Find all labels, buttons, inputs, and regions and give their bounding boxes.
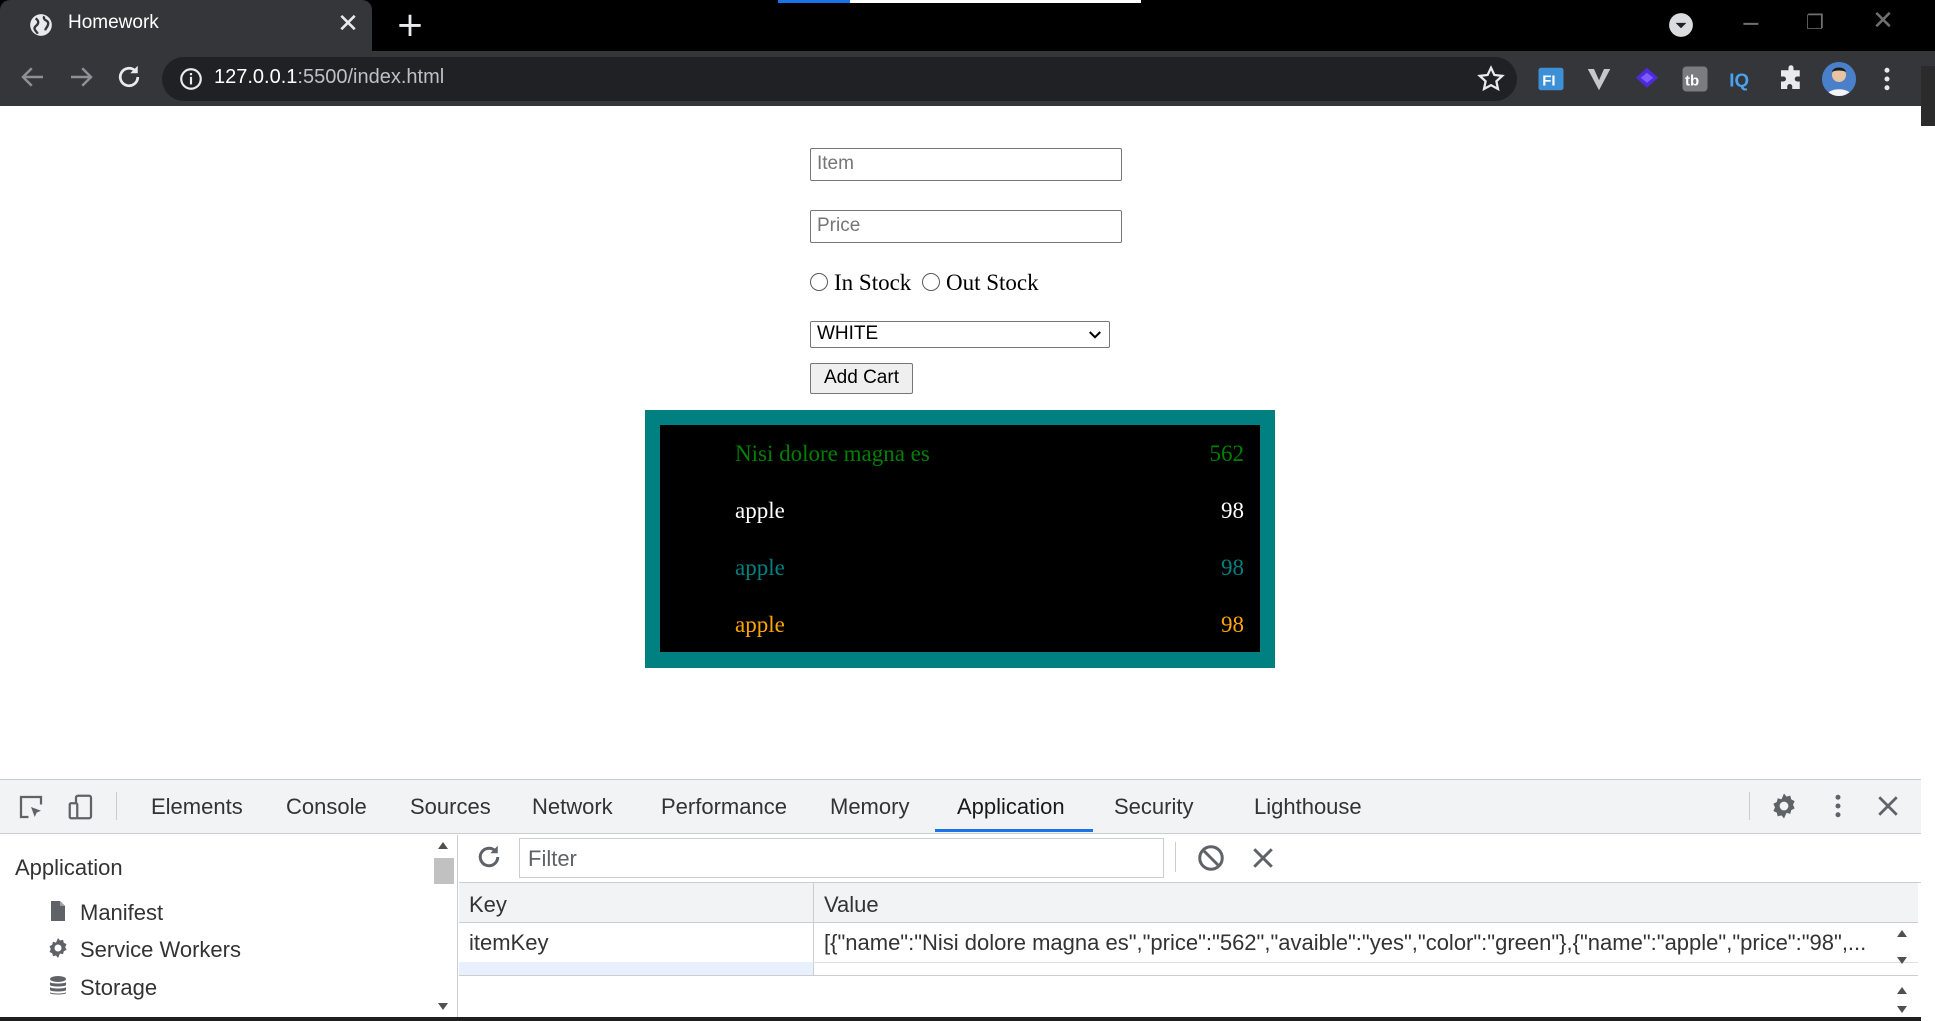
- scroll-down-arrow-icon[interactable]: [437, 1002, 449, 1012]
- scroll-up-arrow-icon[interactable]: [437, 840, 449, 850]
- cart-item-name: apple: [735, 555, 785, 580]
- column-header-value[interactable]: Value: [824, 892, 879, 918]
- window-bottom-edge: [0, 1017, 1921, 1021]
- table-cell-value[interactable]: [{"name":"Nisi dolore magna es","price":…: [824, 930, 1884, 956]
- cart-item-name: apple: [735, 612, 785, 637]
- add-cart-button[interactable]: Add Cart: [810, 363, 913, 394]
- window-minimize-icon[interactable]: ─: [1736, 10, 1766, 40]
- scroll-down-arrow-icon[interactable]: [1896, 1005, 1908, 1015]
- gear-icon: [49, 938, 67, 958]
- cart-item: apple 98: [660, 602, 1260, 648]
- tab-title: Homework: [68, 12, 159, 33]
- sidebar-scrollbar-thumb[interactable]: [434, 858, 454, 884]
- tab-network[interactable]: Network: [532, 794, 613, 820]
- tab-console[interactable]: Console: [286, 794, 367, 820]
- avatar-image: [1822, 62, 1856, 96]
- fi-extension-icon[interactable]: FI: [1536, 64, 1566, 94]
- url-path: :5500/index.html: [297, 66, 445, 88]
- toolbar-divider: [1749, 792, 1750, 820]
- more-options-icon[interactable]: [1823, 791, 1853, 821]
- cart-item-price: 98: [1221, 555, 1244, 580]
- globe-icon: [30, 14, 52, 36]
- inspect-element-icon[interactable]: [16, 792, 46, 822]
- chevron-down-icon: [1089, 331, 1101, 339]
- cart-item: apple 98: [660, 545, 1260, 591]
- tab-lighthouse[interactable]: Lighthouse: [1254, 794, 1362, 820]
- toolbar-divider: [1175, 842, 1176, 872]
- svg-text:FI: FI: [1542, 72, 1555, 89]
- window-restore-icon[interactable]: ❐: [1800, 10, 1830, 40]
- in-stock-label: In Stock: [834, 270, 912, 295]
- svg-text:tb: tb: [1685, 72, 1699, 89]
- table-header-row: [459, 883, 1918, 923]
- site-info-icon[interactable]: [178, 66, 204, 92]
- profile-avatar[interactable]: [1822, 62, 1856, 96]
- settings-gear-icon[interactable]: [1769, 791, 1799, 821]
- price-input[interactable]: Price: [810, 210, 1122, 243]
- tab-security[interactable]: Security: [1114, 794, 1193, 820]
- device-toolbar-icon[interactable]: [66, 792, 96, 822]
- tab-sources[interactable]: Sources: [410, 794, 491, 820]
- database-icon: [50, 976, 66, 995]
- page-scrollbar[interactable]: [1921, 66, 1935, 126]
- out-stock-label: Out Stock: [946, 270, 1039, 295]
- forward-arrow-icon[interactable]: [66, 62, 96, 92]
- cart-item-price: 98: [1221, 612, 1244, 637]
- svg-text:IQ: IQ: [1729, 70, 1749, 91]
- in-stock-radio[interactable]: [810, 273, 828, 291]
- extensions-puzzle-icon[interactable]: [1776, 64, 1806, 94]
- tab-search-icon[interactable]: [1668, 12, 1694, 38]
- scroll-up-arrow-icon[interactable]: [1896, 928, 1908, 938]
- refresh-icon[interactable]: [474, 842, 504, 872]
- cart-item-price: 562: [1209, 441, 1245, 466]
- document-icon: [51, 901, 65, 921]
- window-close-icon[interactable]: ✕: [1868, 6, 1898, 36]
- iq-extension-icon[interactable]: IQ: [1728, 64, 1758, 94]
- sidebar-item-service-workers[interactable]: Service Workers: [80, 937, 241, 963]
- empty-row[interactable]: [459, 962, 813, 975]
- active-tab-indicator: [935, 829, 1093, 832]
- tb-extension-icon[interactable]: tb: [1680, 64, 1710, 94]
- close-tab-icon[interactable]: ✕: [332, 8, 364, 40]
- toolbar-divider: [116, 792, 117, 820]
- delete-selected-icon[interactable]: [1248, 843, 1278, 873]
- back-arrow-icon[interactable]: [18, 62, 48, 92]
- table-bottom-border: [459, 975, 1918, 976]
- reload-icon[interactable]: [114, 62, 144, 92]
- cart-item: apple 98: [660, 488, 1260, 534]
- sidebar-heading: Application: [15, 855, 123, 880]
- table-cell-key[interactable]: itemKey: [469, 930, 804, 956]
- close-devtools-icon[interactable]: [1873, 791, 1903, 821]
- v-extension-icon[interactable]: [1584, 64, 1614, 94]
- sidebar-item-storage[interactable]: Storage: [80, 975, 157, 1001]
- url-text: 127.0.0.1:5500/index.html: [214, 66, 444, 89]
- column-header-key[interactable]: Key: [469, 892, 507, 918]
- tab-performance[interactable]: Performance: [661, 794, 787, 820]
- loading-indicator-fill: [778, 0, 850, 3]
- item-input[interactable]: Item: [810, 148, 1122, 181]
- scroll-down-arrow-icon[interactable]: [1896, 956, 1908, 966]
- tab-elements[interactable]: Elements: [151, 794, 243, 820]
- color-select[interactable]: WHITE: [810, 321, 1110, 348]
- tab-memory[interactable]: Memory: [830, 794, 909, 820]
- browser-tab[interactable]: [0, 0, 372, 51]
- browser-menu-icon[interactable]: [1872, 64, 1902, 94]
- clear-all-icon[interactable]: [1196, 843, 1226, 873]
- scroll-up-arrow-icon[interactable]: [1896, 985, 1908, 995]
- new-tab-icon[interactable]: +: [392, 7, 428, 43]
- cart-item-price: 98: [1221, 498, 1244, 523]
- stack-extension-icon[interactable]: [1632, 64, 1662, 94]
- cart-item: Nisi dolore magna es 562: [660, 431, 1260, 477]
- out-stock-radio[interactable]: [922, 273, 940, 291]
- cart-item-name: Nisi dolore magna es: [735, 441, 930, 466]
- filter-input[interactable]: Filter: [519, 838, 1164, 878]
- tab-application[interactable]: Application: [957, 794, 1065, 820]
- sidebar-item-manifest[interactable]: Manifest: [80, 900, 163, 926]
- bookmark-star-icon[interactable]: [1476, 64, 1506, 94]
- cart-item-name: apple: [735, 498, 785, 523]
- url-host: 127.0.0.1: [214, 66, 298, 88]
